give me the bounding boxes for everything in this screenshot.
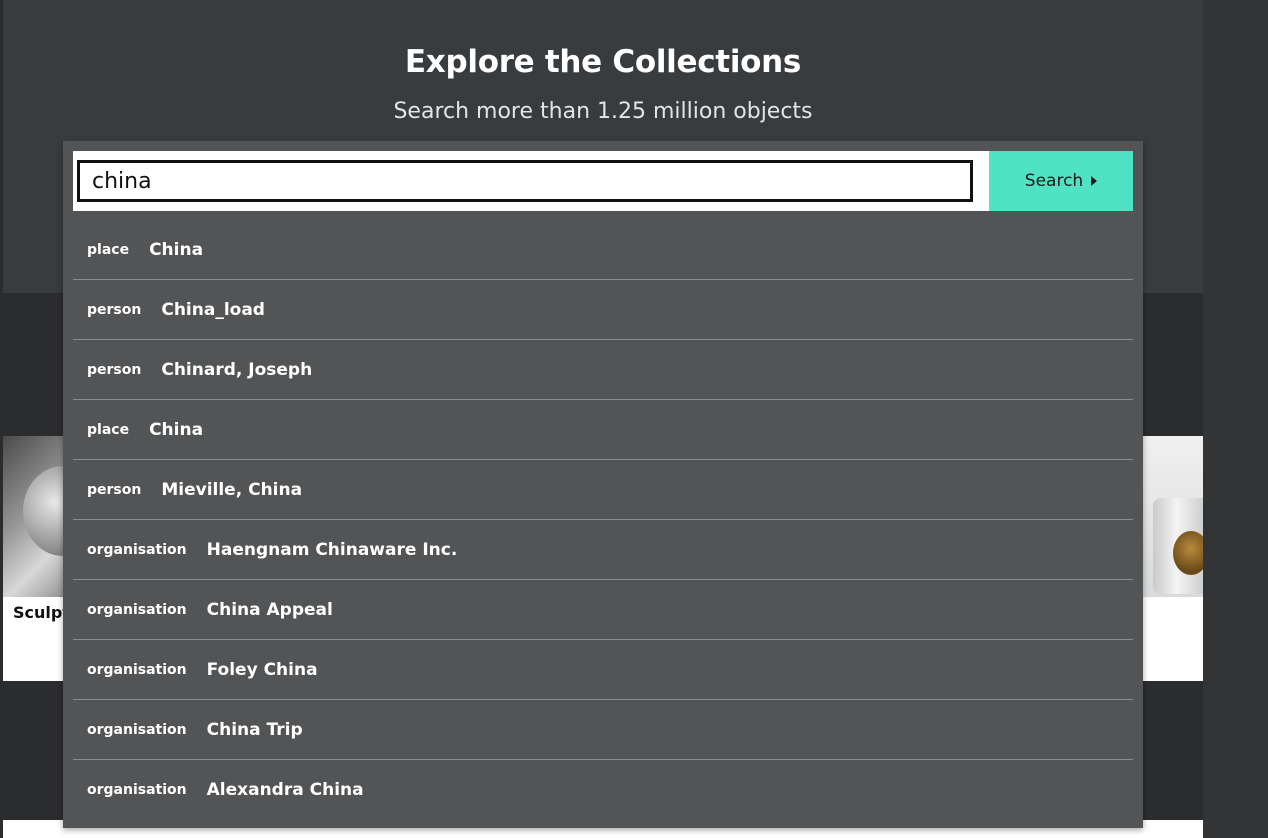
suggestion-name: Haengnam Chinaware Inc. xyxy=(206,539,458,560)
suggestion-name: Chinard, Joseph xyxy=(161,359,313,380)
suggestion-name: Alexandra China xyxy=(206,779,364,800)
search-panel: Search place China person China_load per… xyxy=(63,141,1143,828)
suggestion-name: China xyxy=(149,419,204,440)
caret-right-icon xyxy=(1091,176,1098,186)
suggestion-name: China xyxy=(149,239,204,260)
suggestion-item[interactable]: organisation China Appeal xyxy=(73,580,1133,640)
suggestion-name: Mieville, China xyxy=(161,479,303,500)
suggestion-name: China Trip xyxy=(206,719,303,740)
suggestion-type: place xyxy=(87,421,130,438)
suggestion-type: person xyxy=(87,481,142,498)
suggestion-item[interactable]: organisation Foley China xyxy=(73,640,1133,700)
collection-card-right[interactable] xyxy=(1143,436,1203,681)
suggestion-type: organisation xyxy=(87,661,187,678)
suggestion-type: organisation xyxy=(87,721,187,738)
suggestion-item[interactable]: organisation Alexandra China xyxy=(73,760,1133,819)
suggestion-item[interactable]: place China xyxy=(73,220,1133,280)
suggestion-item[interactable]: person China_load xyxy=(73,280,1133,340)
suggestion-item[interactable]: organisation Haengnam Chinaware Inc. xyxy=(73,520,1133,580)
card-caption[interactable]: Sculpt xyxy=(13,603,70,622)
search-input[interactable] xyxy=(77,160,973,202)
suggestion-list: place China person China_load person Chi… xyxy=(73,220,1133,819)
suggestion-name: Foley China xyxy=(206,659,318,680)
suggestion-type: person xyxy=(87,301,142,318)
search-button[interactable]: Search xyxy=(989,151,1133,211)
page-right-strip xyxy=(1203,0,1268,838)
suggestion-type: organisation xyxy=(87,781,187,798)
suggestion-type: person xyxy=(87,361,142,378)
page-title: Explore the Collections xyxy=(404,44,802,80)
card-image-jar[interactable] xyxy=(1143,436,1203,597)
suggestion-item[interactable]: person Mieville, China xyxy=(73,460,1133,520)
suggestion-type: place xyxy=(87,241,130,258)
suggestion-item[interactable]: place China xyxy=(73,400,1133,460)
page-subtitle: Search more than 1.25 million objects xyxy=(393,99,813,124)
suggestion-item[interactable]: person Chinard, Joseph xyxy=(73,340,1133,400)
suggestion-type: organisation xyxy=(87,601,187,618)
suggestion-name: China Appeal xyxy=(206,599,333,620)
suggestion-type: organisation xyxy=(87,541,187,558)
suggestion-name: China_load xyxy=(161,299,265,320)
search-button-label: Search xyxy=(1024,171,1084,191)
search-bar: Search xyxy=(73,151,1133,211)
suggestion-item[interactable]: organisation China Trip xyxy=(73,700,1133,760)
